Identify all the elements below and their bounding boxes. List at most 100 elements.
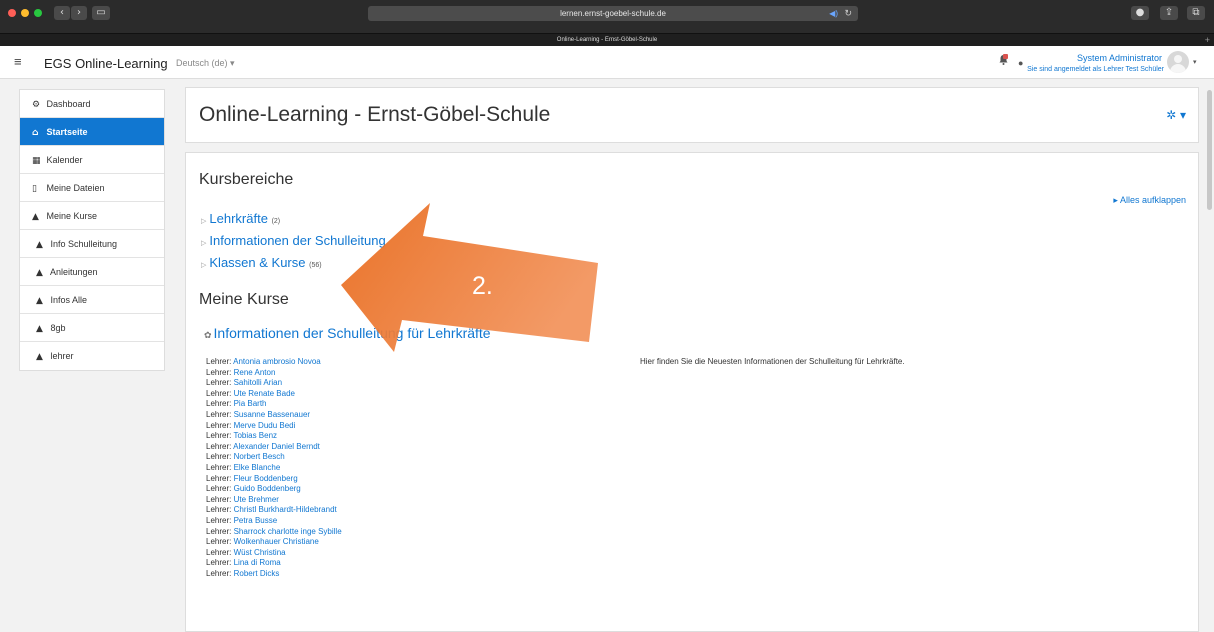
sidebar-item-meine-dateien[interactable]: ▯ Meine Dateien [20,174,164,202]
gear-icon[interactable]: ✲ ▾ [1166,108,1186,122]
hamburger-menu-icon[interactable]: ≡ [14,54,27,69]
expand-all-label: Alles aufklappen [1119,195,1186,205]
list-item: Lehrer: Susanne Bassenauer [206,410,606,421]
course-title: Informationen der Schulleitung für Lehrk… [213,325,491,341]
teacher-link[interactable]: Tobias Benz [233,431,277,440]
back-button[interactable]: ‹ [54,6,70,20]
sidebar-item-label: Anleitungen [50,267,98,277]
new-tab-button[interactable]: + [1205,34,1210,46]
category-count: (56) [309,262,322,269]
course-link[interactable]: ✿ Informationen der Schulleitung für Lehr… [204,325,491,341]
avatar[interactable] [1167,51,1189,73]
teacher-link[interactable]: Merve Dudu Bedi [234,421,296,430]
category-link-informationen[interactable]: ▷ Informationen der Schulleitung [201,233,386,248]
tab-title[interactable]: Online-Learning - Ernst-Göbel-Schule [0,34,1214,46]
language-selector[interactable]: Deutsch (de) ▾ [176,58,235,69]
logged-in-as-text: Sie sind angemeldet als Lehrer Test Schü… [1027,66,1164,73]
teacher-link[interactable]: Alexander Daniel Berndt [233,442,320,451]
tabs-overview-button[interactable]: ⧉ [1187,6,1205,20]
teacher-label: Lehrer: [206,367,232,377]
forward-button[interactable]: › [71,6,87,20]
list-item: Lehrer: Tobias Benz [206,431,606,442]
sidebar-item-label: 8gb [50,323,66,333]
maximize-window-button[interactable] [34,9,42,17]
sidebar-item-info-schulleitung[interactable]: ▲ Info Schulleitung [20,230,164,258]
section-heading-meine-kurse: Meine Kurse [199,291,289,308]
page-title: Online-Learning - Ernst-Göbel-Schule [199,103,551,126]
sidebar-item-label: Info Schulleitung [50,239,118,249]
list-item: Lehrer: Sharrock charlotte inge Sybille [206,527,606,538]
list-item: Lehrer: Merve Dudu Bedi [206,421,606,432]
list-item: Lehrer: Wüst Christina [206,548,606,559]
teacher-link[interactable]: Susanne Bassenauer [234,410,311,419]
teacher-link[interactable]: Sharrock charlotte inge Sybille [234,527,342,536]
teacher-link[interactable]: Guido Boddenberg [234,484,301,493]
graduation-cap-icon: ▲ [32,212,39,222]
sidebar-item-label: Infos Alle [50,295,88,305]
sidebar-item-lehrer[interactable]: ▲ lehrer [20,342,164,370]
sidebar-item-8gb[interactable]: ▲ 8gb [20,314,164,342]
sidebar-item-anleitungen[interactable]: ▲ Anleitungen [20,258,164,286]
notification-bell-icon[interactable] [999,54,1008,65]
list-item: Lehrer: Rene Anton [206,368,606,379]
teacher-link[interactable]: Antonia ambrosio Novoa [233,357,321,366]
sidebar-item-infos-alle[interactable]: ▲ Infos Alle [20,286,164,314]
teacher-link[interactable]: Elke Blanche [234,463,281,472]
list-item: Lehrer: Elke Blanche [206,463,606,474]
teacher-link[interactable]: Petra Busse [234,516,278,525]
user-name[interactable]: System Administrator [1077,53,1162,63]
teacher-link[interactable]: Sahitolli Arian [234,378,282,387]
teacher-link[interactable]: Ute Brehmer [234,495,279,504]
sound-icon[interactable]: ◀) [829,6,838,21]
graduation-cap-icon: ▲ [36,240,43,250]
sidebar-item-meine-kurse[interactable]: ▲ Meine Kurse [20,202,164,230]
category-link-klassen-kurse[interactable]: ▷ Klassen & Kurse (56) [201,255,322,270]
page-header: Online-Learning - Ernst-Göbel-Schule ✲ ▾ [185,87,1199,143]
sidebar-item-label: lehrer [50,351,74,361]
sidebar-item-label: Startseite [46,127,88,137]
reload-icon[interactable]: ↻ [844,6,852,21]
list-item: Lehrer: Ute Renate Bade [206,389,606,400]
sidebar-item-startseite[interactable]: ⌂ Startseite [20,118,164,146]
annotation-label: 2. [472,272,493,300]
teacher-link[interactable]: Lina di Roma [234,558,281,567]
graduation-cap-icon: ▲ [36,324,43,334]
teacher-label: Lehrer: [206,484,232,494]
teacher-link[interactable]: Fleur Boddenberg [234,474,298,483]
teacher-link[interactable]: Rene Anton [234,368,276,377]
chevron-down-icon[interactable]: ▾ [1193,58,1197,66]
teacher-label: Lehrer: [206,515,232,525]
teacher-link[interactable]: Norbert Besch [234,452,285,461]
teacher-link[interactable]: Ute Renate Bade [234,389,295,398]
teacher-label: Lehrer: [206,420,232,430]
list-item: Lehrer: Ute Brehmer [206,495,606,506]
address-bar[interactable]: lernen.ernst-goebel-schule.de ◀) ↻ [368,6,858,21]
section-heading-kursbereiche: Kursbereiche [199,171,294,188]
teacher-label: Lehrer: [206,526,232,536]
sidebar-item-label: Meine Kurse [46,211,98,221]
minimize-window-button[interactable] [21,9,29,17]
sidebar-item-dashboard[interactable]: ⚙ Dashboard [20,90,164,118]
sidebar-item-label: Dashboard [46,99,91,109]
teacher-link[interactable]: Christl Burkhardt-Hildebrandt [234,505,337,514]
caret-right-icon[interactable]: ▷ [201,240,206,247]
close-window-button[interactable] [8,9,16,17]
sidebar-item-label: Meine Dateien [46,183,105,193]
site-brand[interactable]: EGS Online-Learning [44,56,168,71]
teacher-link[interactable]: Wolkenhauer Christiane [234,537,319,546]
graduation-cap-icon: ▲ [36,268,43,278]
expand-all-link[interactable]: ▸ Alles aufklappen [1113,195,1186,206]
teacher-link[interactable]: Wüst Christina [234,548,286,557]
page-scrollbar[interactable] [1207,90,1212,210]
teacher-link[interactable]: Robert Dicks [234,569,280,578]
caret-right-icon[interactable]: ▷ [201,262,206,269]
nav-drawer: ⚙ Dashboard ⌂ Startseite ▦ Kalender ▯ Me… [19,89,165,371]
sidebar-item-kalender[interactable]: ▦ Kalender [20,146,164,174]
tab-strip: Online-Learning - Ernst-Göbel-Schule + [0,34,1214,46]
category-link-lehrkraefte[interactable]: ▷ Lehrkräfte (2) [201,211,280,226]
caret-right-icon[interactable]: ▷ [201,218,206,225]
share-button[interactable]: ⇪ [1160,6,1178,20]
downloads-button[interactable]: ● [1131,6,1149,20]
teacher-link[interactable]: Pia Barth [234,399,267,408]
sidebar-toggle-button[interactable]: ▭ [92,6,110,20]
